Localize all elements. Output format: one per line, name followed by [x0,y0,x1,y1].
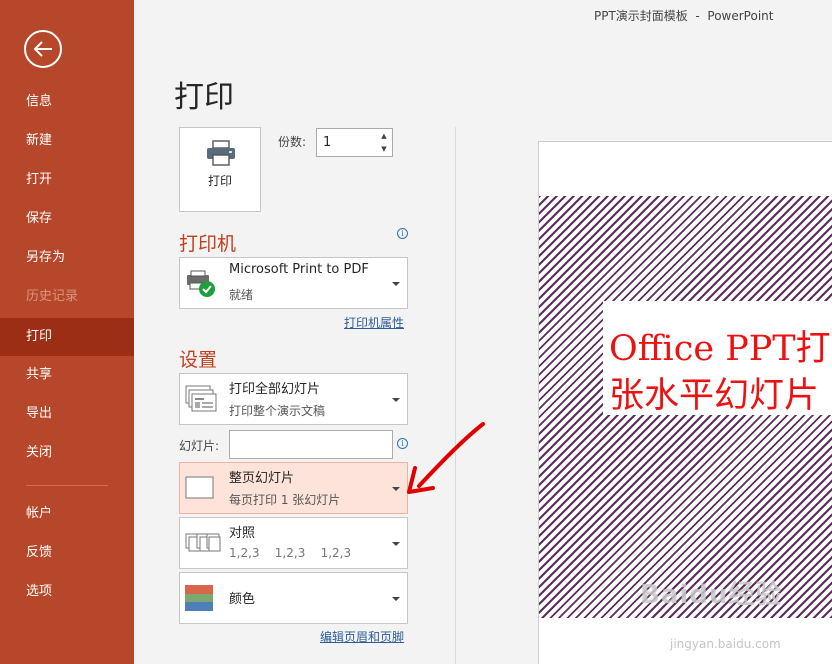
chevron-down-icon [392,487,400,491]
pane-divider [455,127,456,664]
nav-history: 历史记录 [26,289,79,304]
printer-heading: 打印机 [179,233,237,255]
print-range-dropdown[interactable]: 打印全部幻灯片 打印整个演示文稿 [179,373,408,425]
print-button[interactable]: 打印 [179,127,261,212]
layout-sub: 每页打印 1 张幻灯片 [229,493,341,507]
nav-close[interactable]: 关闭 [0,434,134,472]
copies-label: 份数: [278,135,307,149]
printer-dropdown[interactable]: Microsoft Print to PDF 就绪 [179,257,408,309]
layout-dropdown[interactable]: 整页幻灯片 每页打印 1 张幻灯片 [179,462,408,514]
collate-sub: 1,2,3 1,2,3 1,2,3 [229,546,352,560]
page-title: 打印 [174,80,234,115]
slide-title-line-1: Office PPT打 [609,329,831,369]
collate-icon [185,533,221,552]
full-page-slide-icon [185,476,214,499]
nav-save-as[interactable]: 另存为 [0,239,134,277]
print-range-main: 打印全部幻灯片 [229,382,321,397]
watermark-logo: Baidu经验 [640,580,783,610]
chevron-down-icon [392,542,400,546]
printer-status: 就绪 [229,288,254,302]
copies-decrement-button[interactable]: ▼ [376,143,392,156]
settings-heading: 设置 [179,349,218,371]
layout-main: 整页幻灯片 [229,471,295,486]
printer-name: Microsoft Print to PDF [229,262,369,277]
chevron-down-icon [392,597,400,601]
slides-input[interactable] [229,430,393,459]
printer-ready-icon [187,270,215,297]
nav-new[interactable]: 新建 [0,122,134,160]
slides-label: 幻灯片: [179,439,220,453]
nav-separator [26,485,108,486]
nav-account[interactable]: 帐户 [0,495,134,533]
back-button[interactable] [24,30,62,68]
copies-value: 1 [323,135,332,150]
slides-stack-icon [185,385,217,412]
nav-export[interactable]: 导出 [0,395,134,433]
printer-icon [207,140,235,166]
annotation-arrow [407,422,485,494]
chevron-down-icon [392,398,400,402]
color-icon [185,585,213,611]
chevron-down-icon [392,282,400,286]
slide-title-line-2: 张水平幻灯片 [609,376,820,416]
back-arrow-icon [33,41,52,57]
color-dropdown[interactable]: 颜色 [179,572,408,624]
print-button-label: 打印 [207,174,232,188]
watermark-url: jingyan.baidu.com [670,637,781,651]
nav-feedback[interactable]: 反馈 [0,534,134,572]
color-main: 颜色 [229,592,256,607]
nav-share[interactable]: 共享 [0,356,134,394]
collate-main: 对照 [229,526,256,541]
print-range-sub: 打印整个演示文稿 [229,404,326,418]
info-icon[interactable]: i [397,228,408,239]
nav-info[interactable]: 信息 [0,83,134,121]
backstage-sidebar: 信息 新建 打开 保存 另存为 历史记录 打印 共享 导出 关闭 帐户 反馈 选… [0,0,134,664]
window-title: PPT演示封面模板 - PowerPoint [594,9,774,23]
nav-open[interactable]: 打开 [0,161,134,199]
collate-dropdown[interactable]: 对照 1,2,3 1,2,3 1,2,3 [179,517,408,569]
edit-header-footer-link[interactable]: 编辑页眉和页脚 [320,628,404,645]
printer-properties-link[interactable]: 打印机属性 [344,314,404,331]
nav-print[interactable]: 打印 [0,318,134,356]
nav-save[interactable]: 保存 [0,200,134,238]
nav-options[interactable]: 选项 [0,573,134,611]
copies-input[interactable]: 1 ▲ ▼ [316,128,393,157]
